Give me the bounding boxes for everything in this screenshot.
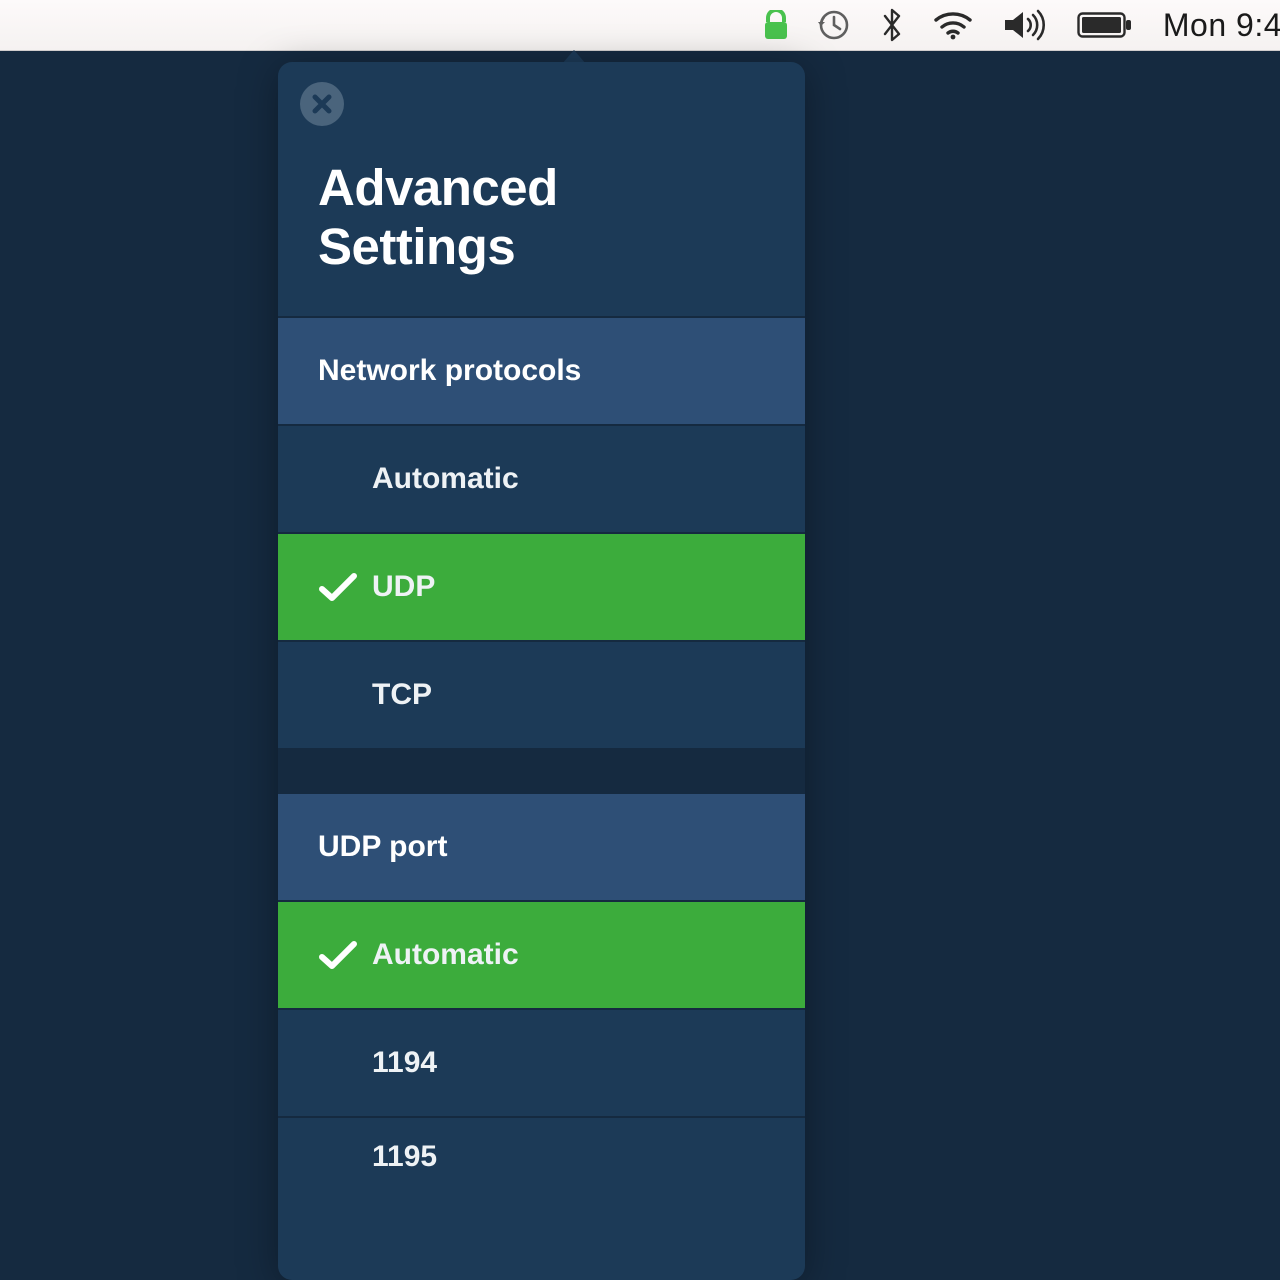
advanced-settings-panel: Advanced Settings Network protocols Auto… [278, 62, 805, 1280]
section-header-network-protocols: Network protocols [278, 316, 805, 424]
option-protocol-automatic[interactable]: Automatic [278, 424, 805, 532]
option-label: UDP [372, 570, 435, 604]
option-port-1195[interactable]: 1195 [278, 1116, 805, 1196]
menubar-clock[interactable]: Mon 9:4 [1163, 0, 1280, 50]
section-gap [278, 748, 805, 792]
option-label: Automatic [372, 462, 519, 496]
battery-icon[interactable] [1077, 0, 1133, 50]
option-port-automatic[interactable]: Automatic [278, 900, 805, 1008]
section-header-udp-port: UDP port [278, 792, 805, 900]
check-icon [318, 939, 372, 971]
option-protocol-udp[interactable]: UDP [278, 532, 805, 640]
option-label: 1195 [372, 1140, 437, 1174]
settings-list: Network protocols Automatic UDP TCP UDP … [278, 316, 805, 1196]
close-icon [311, 93, 333, 115]
time-machine-icon[interactable] [815, 0, 851, 50]
option-label: Automatic [372, 938, 519, 972]
option-protocol-tcp[interactable]: TCP [278, 640, 805, 748]
panel-title: Advanced Settings [278, 62, 805, 316]
macos-menubar: Mon 9:4 [0, 0, 1280, 51]
option-port-1194[interactable]: 1194 [278, 1008, 805, 1116]
section-header-label: Network protocols [318, 354, 581, 388]
volume-icon[interactable] [1003, 0, 1047, 50]
option-label: 1194 [372, 1046, 437, 1080]
bluetooth-icon[interactable] [881, 0, 903, 50]
section-header-label: UDP port [318, 830, 447, 864]
check-icon [318, 571, 372, 603]
wifi-icon[interactable] [933, 0, 973, 50]
close-button[interactable] [300, 82, 344, 126]
option-label: TCP [372, 678, 432, 712]
lock-icon[interactable] [763, 0, 789, 50]
